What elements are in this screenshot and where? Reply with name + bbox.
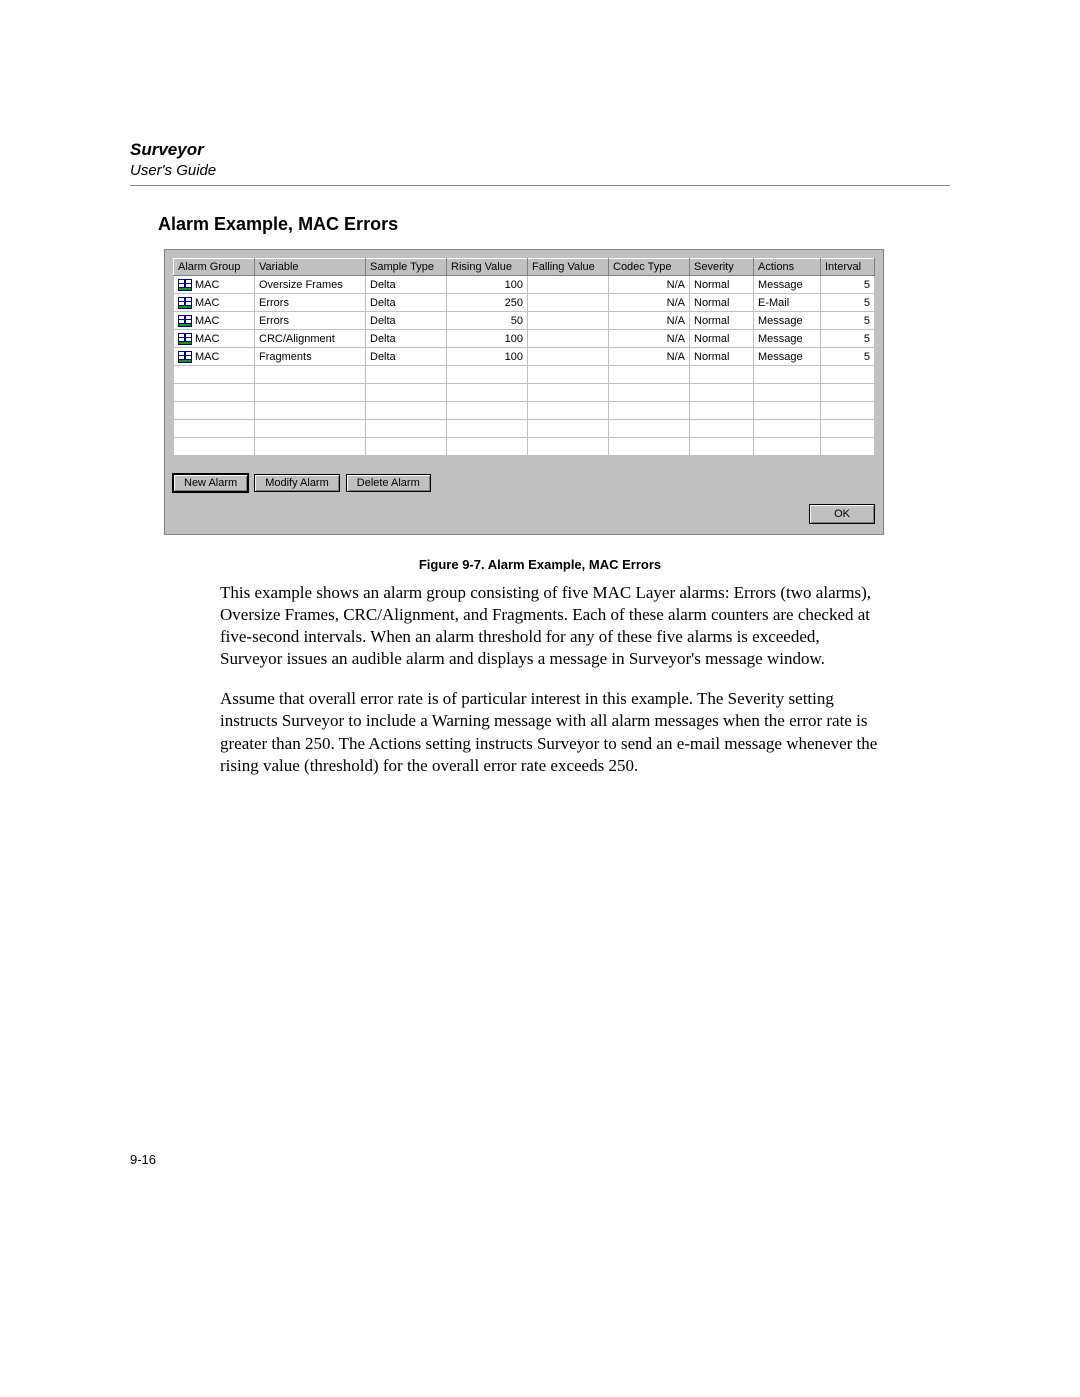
- table-cell: MAC: [174, 348, 255, 366]
- column-header[interactable]: Sample Type: [366, 259, 447, 276]
- column-header[interactable]: Variable: [255, 259, 366, 276]
- cell-group: MAC: [195, 279, 219, 291]
- column-header[interactable]: Falling Value: [528, 259, 609, 276]
- header-divider: [130, 185, 950, 186]
- table-cell: 100: [447, 276, 528, 294]
- table-cell: E-Mail: [754, 294, 821, 312]
- table-row-empty: [174, 366, 875, 384]
- table-cell: 5: [821, 348, 875, 366]
- column-header[interactable]: Codec Type: [609, 259, 690, 276]
- table-cell: 5: [821, 330, 875, 348]
- table-cell: Delta: [366, 294, 447, 312]
- cell-group: MAC: [195, 315, 219, 327]
- table-cell: Message: [754, 330, 821, 348]
- column-header[interactable]: Actions: [754, 259, 821, 276]
- table-cell: 250: [447, 294, 528, 312]
- table-cell: MAC: [174, 312, 255, 330]
- table-cell: Normal: [690, 294, 754, 312]
- table-cell: N/A: [609, 330, 690, 348]
- table-cell: [528, 312, 609, 330]
- table-row-empty: [174, 438, 875, 456]
- table-cell: MAC: [174, 294, 255, 312]
- table-cell: Message: [754, 276, 821, 294]
- mac-icon: [178, 333, 192, 345]
- modify-alarm-button[interactable]: Modify Alarm: [254, 474, 340, 492]
- table-cell: Errors: [255, 294, 366, 312]
- alarm-dialog: Alarm GroupVariableSample TypeRising Val…: [164, 249, 884, 535]
- table-cell: Normal: [690, 348, 754, 366]
- alarm-table: Alarm GroupVariableSample TypeRising Val…: [173, 258, 875, 456]
- table-row-empty: [174, 420, 875, 438]
- page-number: 9-16: [130, 1152, 156, 1167]
- table-row[interactable]: MAC Oversize FramesDelta100 N/ANormalMessa…: [174, 276, 875, 294]
- mac-icon: [178, 279, 192, 291]
- table-cell: 5: [821, 294, 875, 312]
- table-cell: N/A: [609, 312, 690, 330]
- column-header[interactable]: Alarm Group: [174, 259, 255, 276]
- table-row[interactable]: MAC FragmentsDelta100 N/ANormalMessage5: [174, 348, 875, 366]
- table-cell: Message: [754, 348, 821, 366]
- table-cell: 5: [821, 312, 875, 330]
- table-cell: CRC/Alignment: [255, 330, 366, 348]
- table-cell: Fragments: [255, 348, 366, 366]
- body-paragraph-1: This example shows an alarm group consis…: [220, 582, 880, 670]
- table-row[interactable]: MAC CRC/AlignmentDelta100 N/ANormalMessage…: [174, 330, 875, 348]
- table-cell: Normal: [690, 312, 754, 330]
- column-header[interactable]: Rising Value: [447, 259, 528, 276]
- doc-title: Surveyor: [130, 140, 950, 160]
- cell-group: MAC: [195, 333, 219, 345]
- column-header[interactable]: Interval: [821, 259, 875, 276]
- table-cell: [528, 276, 609, 294]
- table-cell: Errors: [255, 312, 366, 330]
- delete-alarm-button[interactable]: Delete Alarm: [346, 474, 431, 492]
- column-header[interactable]: Severity: [690, 259, 754, 276]
- table-cell: [528, 348, 609, 366]
- figure-caption: Figure 9-7. Alarm Example, MAC Errors: [130, 557, 950, 572]
- table-cell: 50: [447, 312, 528, 330]
- table-row-empty: [174, 402, 875, 420]
- table-cell: Message: [754, 312, 821, 330]
- table-row-empty: [174, 384, 875, 402]
- mac-icon: [178, 351, 192, 363]
- table-cell: Delta: [366, 330, 447, 348]
- table-row[interactable]: MAC ErrorsDelta50 N/ANormalMessage5: [174, 312, 875, 330]
- table-cell: 100: [447, 330, 528, 348]
- doc-subtitle: User's Guide: [130, 162, 950, 179]
- table-cell: [528, 330, 609, 348]
- table-cell: Delta: [366, 276, 447, 294]
- body-paragraph-2: Assume that overall error rate is of par…: [220, 688, 880, 776]
- table-row[interactable]: MAC ErrorsDelta250 N/ANormalE-Mail5: [174, 294, 875, 312]
- section-heading: Alarm Example, MAC Errors: [158, 214, 950, 235]
- table-cell: Normal: [690, 276, 754, 294]
- cell-group: MAC: [195, 297, 219, 309]
- new-alarm-button[interactable]: New Alarm: [173, 474, 248, 492]
- table-cell: Normal: [690, 330, 754, 348]
- ok-button[interactable]: OK: [809, 504, 875, 524]
- table-cell: Delta: [366, 312, 447, 330]
- table-cell: N/A: [609, 348, 690, 366]
- table-cell: Oversize Frames: [255, 276, 366, 294]
- cell-group: MAC: [195, 351, 219, 363]
- mac-icon: [178, 315, 192, 327]
- table-cell: Delta: [366, 348, 447, 366]
- table-cell: 5: [821, 276, 875, 294]
- table-cell: [528, 294, 609, 312]
- table-cell: MAC: [174, 276, 255, 294]
- table-cell: MAC: [174, 330, 255, 348]
- table-cell: N/A: [609, 294, 690, 312]
- table-cell: N/A: [609, 276, 690, 294]
- mac-icon: [178, 297, 192, 309]
- table-cell: 100: [447, 348, 528, 366]
